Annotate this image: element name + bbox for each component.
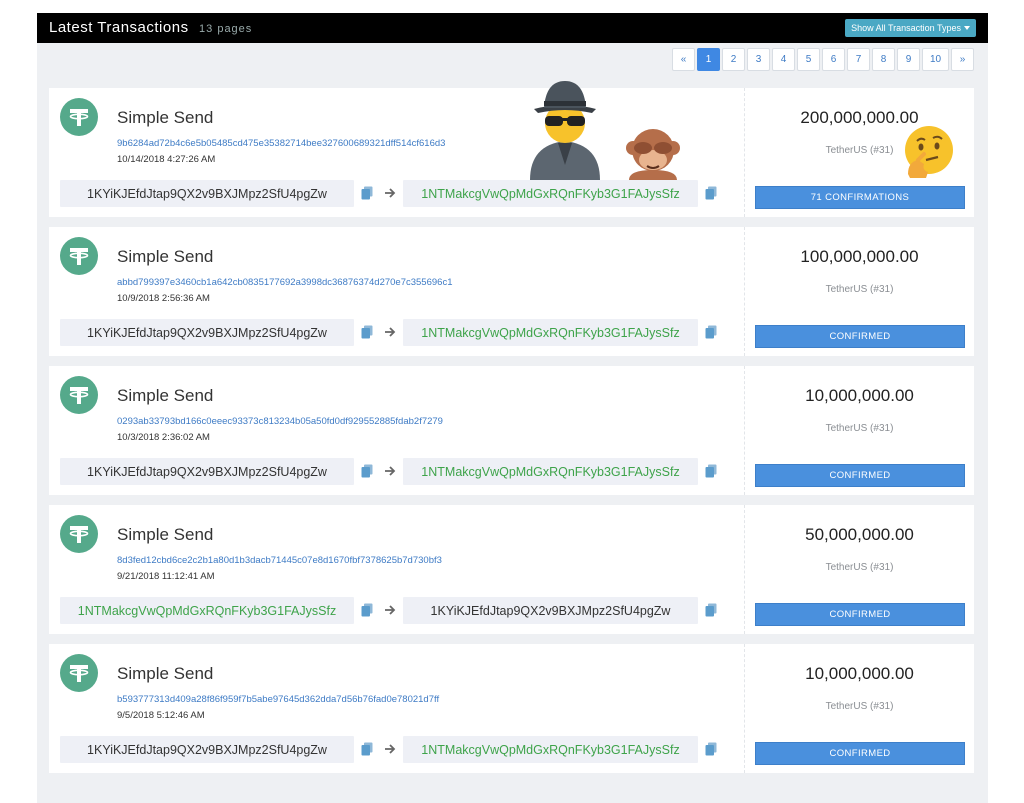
- transaction-time: 10/3/2018 2:36:02 AM: [117, 432, 210, 443]
- transaction-type: Simple Send: [117, 108, 214, 127]
- tether-logo-icon: [60, 654, 98, 692]
- transaction-hash-link[interactable]: 8d3fed12cbd6ce2c2b1a80d1b3dacb71445c07e8…: [117, 555, 442, 566]
- see-no-evil-monkey-emoji-icon: [626, 129, 680, 180]
- transaction-amount: 10,000,000.00: [805, 386, 914, 405]
- panel-header: Latest Transactions 13 pages Show All Tr…: [37, 13, 988, 43]
- page-6[interactable]: 6: [822, 48, 845, 71]
- transaction-amount-panel: 10,000,000.00 TetherUS (#31) CONFIRMED: [745, 644, 974, 773]
- transaction-type: Simple Send: [117, 386, 214, 405]
- tether-logo-icon: [60, 515, 98, 553]
- arrow-right-icon: [384, 186, 396, 200]
- transaction-hash-link[interactable]: abbd799397e3460cb1a642cb0835177692a3998d…: [117, 277, 452, 288]
- confirmation-status-button[interactable]: CONFIRMED: [755, 464, 965, 487]
- from-address-link[interactable]: 1NTMakcgVwQpMdGxRQnFKyb3G1FAJysSfz: [60, 597, 354, 624]
- asset-name: TetherUS (#31): [825, 562, 894, 573]
- confirmation-status-button[interactable]: 71 CONFIRMATIONS: [755, 186, 965, 209]
- page-count: 13 pages: [199, 23, 253, 35]
- copy-icon[interactable]: [361, 325, 373, 339]
- to-address-link[interactable]: 1NTMakcgVwQpMdGxRQnFKyb3G1FAJysSfz: [403, 319, 698, 346]
- transaction-row: Simple Send 0293ab33793bd166c0eeec93373c…: [49, 366, 974, 495]
- page-2[interactable]: 2: [722, 48, 745, 71]
- copy-icon[interactable]: [705, 603, 717, 617]
- confirmation-status-button[interactable]: CONFIRMED: [755, 603, 965, 626]
- transaction-type: Simple Send: [117, 247, 214, 266]
- asset-name: TetherUS (#31): [825, 284, 894, 295]
- transaction-hash-link[interactable]: b593777313d409a28f86f959f7b5abe97645d362…: [117, 694, 439, 705]
- from-address-link[interactable]: 1KYiKJEfdJtap9QX2v9BXJMpz2SfU4pgZw: [60, 736, 354, 763]
- to-address-link[interactable]: 1NTMakcgVwQpMdGxRQnFKyb3G1FAJysSfz: [403, 458, 698, 485]
- transaction-row: Simple Send b593777313d409a28f86f959f7b5…: [49, 644, 974, 773]
- transaction-hash-link[interactable]: 0293ab33793bd166c0eeec93373c813234b05a50…: [117, 416, 443, 427]
- show-all-types-button[interactable]: Show All Transaction Types: [845, 19, 976, 37]
- arrow-right-icon: [384, 742, 396, 756]
- transaction-hash-link[interactable]: 9b6284ad72b4c6e5b05485cd475e35382714bee3…: [117, 138, 445, 149]
- pagination: « 1 2 3 4 5 6 7 8 9 10 »: [672, 48, 974, 71]
- transaction-details: Simple Send abbd799397e3460cb1a642cb0835…: [49, 227, 744, 356]
- transaction-amount: 50,000,000.00: [805, 525, 914, 544]
- transaction-amount-panel: 100,000,000.00 TetherUS (#31) CONFIRMED: [745, 227, 974, 356]
- transaction-time: 10/9/2018 2:56:36 AM: [117, 293, 210, 304]
- transaction-amount-panel: 10,000,000.00 TetherUS (#31) CONFIRMED: [745, 366, 974, 495]
- transaction-type: Simple Send: [117, 664, 214, 683]
- page-3[interactable]: 3: [747, 48, 770, 71]
- page-7[interactable]: 7: [847, 48, 870, 71]
- transaction-details: Simple Send 0293ab33793bd166c0eeec93373c…: [49, 366, 744, 495]
- copy-icon[interactable]: [361, 742, 373, 756]
- copy-icon[interactable]: [705, 325, 717, 339]
- transaction-details: Simple Send 8d3fed12cbd6ce2c2b1a80d1b3da…: [49, 505, 744, 634]
- copy-icon[interactable]: [705, 186, 717, 200]
- show-all-types-label: Show All Transaction Types: [851, 23, 961, 33]
- tether-logo-icon: [60, 237, 98, 275]
- to-address-link[interactable]: 1NTMakcgVwQpMdGxRQnFKyb3G1FAJysSfz: [403, 736, 698, 763]
- transaction-row: Simple Send 9b6284ad72b4c6e5b05485cd475e…: [49, 88, 974, 217]
- transaction-time: 9/21/2018 11:12:41 AM: [117, 571, 215, 582]
- thinking-face-emoji-icon: [905, 126, 953, 178]
- confirmation-status-button[interactable]: CONFIRMED: [755, 742, 965, 765]
- transactions-panel: Latest Transactions 13 pages Show All Tr…: [37, 13, 988, 803]
- copy-icon[interactable]: [705, 742, 717, 756]
- from-address-link[interactable]: 1KYiKJEfdJtap9QX2v9BXJMpz2SfU4pgZw: [60, 180, 354, 207]
- page-5[interactable]: 5: [797, 48, 820, 71]
- transaction-time: 10/14/2018 4:27:26 AM: [117, 154, 216, 165]
- page-next[interactable]: »: [951, 48, 974, 71]
- spy-emoji-icon: [530, 81, 600, 180]
- panel-title: Latest Transactions: [49, 19, 189, 36]
- panel-heading: Latest Transactions 13 pages: [49, 19, 252, 37]
- page-8[interactable]: 8: [872, 48, 895, 71]
- asset-name: TetherUS (#31): [825, 423, 894, 434]
- tether-logo-icon: [60, 98, 98, 136]
- transaction-details: Simple Send b593777313d409a28f86f959f7b5…: [49, 644, 744, 773]
- page-9[interactable]: 9: [897, 48, 920, 71]
- page-4[interactable]: 4: [772, 48, 795, 71]
- to-address-link[interactable]: 1KYiKJEfdJtap9QX2v9BXJMpz2SfU4pgZw: [403, 597, 698, 624]
- asset-name: TetherUS (#31): [825, 701, 894, 712]
- transaction-row: Simple Send 8d3fed12cbd6ce2c2b1a80d1b3da…: [49, 505, 974, 634]
- to-address-link[interactable]: 1NTMakcgVwQpMdGxRQnFKyb3G1FAJysSfz: [403, 180, 698, 207]
- arrow-right-icon: [384, 603, 396, 617]
- page-prev[interactable]: «: [672, 48, 695, 71]
- copy-icon[interactable]: [361, 464, 373, 478]
- page-1[interactable]: 1: [697, 48, 720, 71]
- tether-logo-icon: [60, 376, 98, 414]
- copy-icon[interactable]: [705, 464, 717, 478]
- transaction-amount-panel: 50,000,000.00 TetherUS (#31) CONFIRMED: [745, 505, 974, 634]
- confirmation-status-button[interactable]: CONFIRMED: [755, 325, 965, 348]
- copy-icon[interactable]: [361, 603, 373, 617]
- from-address-link[interactable]: 1KYiKJEfdJtap9QX2v9BXJMpz2SfU4pgZw: [60, 319, 354, 346]
- transaction-amount: 10,000,000.00: [805, 664, 914, 683]
- transaction-row: Simple Send abbd799397e3460cb1a642cb0835…: [49, 227, 974, 356]
- copy-icon[interactable]: [361, 186, 373, 200]
- transaction-amount: 100,000,000.00: [800, 247, 919, 266]
- arrow-right-icon: [384, 325, 396, 339]
- caret-down-icon: [964, 26, 970, 30]
- from-address-link[interactable]: 1KYiKJEfdJtap9QX2v9BXJMpz2SfU4pgZw: [60, 458, 354, 485]
- arrow-right-icon: [384, 464, 396, 478]
- transaction-time: 9/5/2018 5:12:46 AM: [117, 710, 205, 721]
- page-10[interactable]: 10: [922, 48, 949, 71]
- transaction-type: Simple Send: [117, 525, 214, 544]
